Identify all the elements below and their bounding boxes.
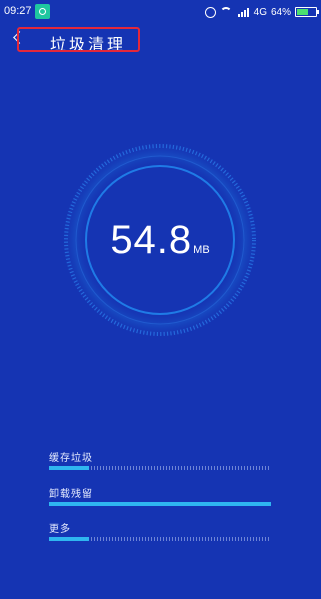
alarm-icon [204,6,216,18]
category-progress-fill [49,537,89,541]
battery-level [297,9,308,15]
junk-size-unit: MB [193,244,210,256]
status-indicators: 4G 64% [204,4,319,20]
battery-percent: 64% [270,6,291,18]
category-progress-track [49,537,271,541]
junk-cleanup-screen: 09:27 4G 64% 垃圾清理 54.8MB 缓存垃圾 卸载残留 更多 [0,0,321,599]
signal-icon [237,7,250,17]
category-uninstall-residue[interactable]: 卸载残留 [49,485,271,506]
category-label: 缓存垃圾 [49,453,93,464]
category-progress-fill [49,502,271,506]
category-label: 卸载残留 [49,489,93,500]
category-label: 更多 [49,524,71,535]
status-time: 09:27 [4,5,32,17]
category-progress-track [49,466,271,470]
gauge-value: 54.8MB [60,218,260,263]
scan-app-icon [35,4,50,19]
status-bar: 09:27 4G 64% [0,0,321,24]
storage-gauge: 54.8MB [60,140,260,340]
battery-icon [295,7,319,17]
category-cache-junk[interactable]: 缓存垃圾 [49,449,271,470]
category-progress-track [49,502,271,506]
wifi-icon [219,7,234,17]
category-progress-fill [49,466,89,470]
junk-size-value: 54.8 [110,218,193,262]
network-type: 4G [253,6,267,18]
category-more[interactable]: 更多 [49,520,271,541]
title-highlight-box [17,27,140,52]
